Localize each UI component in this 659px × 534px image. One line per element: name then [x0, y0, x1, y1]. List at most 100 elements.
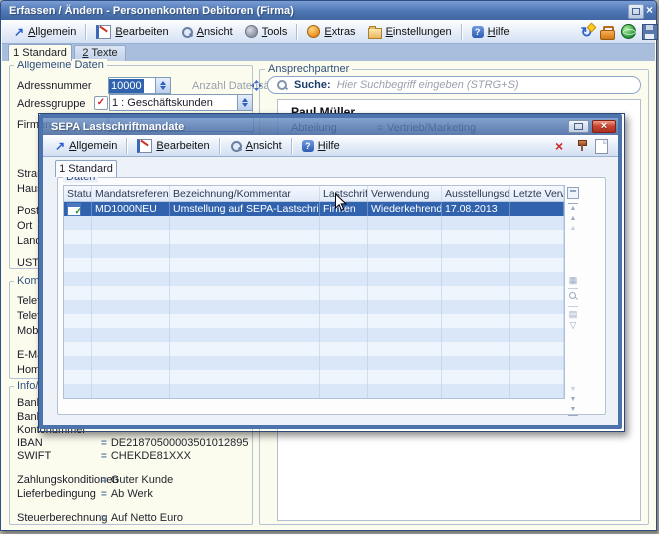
dialog-menu-hilfe[interactable]: ? Hilfe [296, 138, 346, 154]
menu-separator [296, 24, 298, 40]
scroll-last-button[interactable]: ▼ [565, 405, 581, 415]
equals-marker-icon: = [101, 489, 107, 500]
col-letzte-verwendung[interactable]: Letzte Verwendung [510, 186, 564, 201]
scroll-down-button[interactable]: ▼ [565, 395, 581, 405]
restore-icon [632, 8, 640, 15]
scroll-page-down-button[interactable]: ▼ [565, 385, 581, 395]
pin-icon[interactable] [576, 139, 587, 152]
restore-icon [574, 123, 583, 130]
menu-item-allgemein[interactable]: ↗ Allgemein [8, 24, 82, 40]
sort-icon[interactable]: ▤ [565, 309, 581, 320]
scroll-first-button[interactable]: ▲ [565, 204, 581, 214]
tab-standard[interactable]: 1 Standard [8, 44, 72, 61]
adressnummer-label: Adressnummer [17, 80, 92, 92]
cell-mandatsreferenz: MD1000NEU [92, 202, 170, 216]
menu-item-tools[interactable]: Tools [239, 23, 294, 40]
ort-label: Ort [17, 220, 32, 232]
menu-separator [85, 24, 87, 40]
swift-value: =CHEKDE81XXX [101, 450, 191, 462]
main-menubar: ↗ Allgemein Bearbeiten Ansicht Tools Ext… [2, 20, 655, 44]
equals-marker-icon: = [101, 438, 107, 449]
delete-mandate-icon[interactable]: × [555, 139, 563, 153]
briefcase-icon[interactable] [599, 24, 616, 41]
adressnummer-spinner[interactable] [155, 78, 170, 93]
globe-icon[interactable] [621, 24, 638, 41]
lieferbedingung-value: =Ab Werk [101, 488, 153, 500]
table-row[interactable] [64, 384, 564, 398]
table-row[interactable] [64, 258, 564, 272]
table-row[interactable] [64, 216, 564, 230]
sepa-dialog-frame: SEPA Lastschriftmandate × ↗ Allgemein Be… [39, 114, 622, 429]
filter-icon[interactable]: ▽ [565, 320, 581, 331]
main-titlebar[interactable]: Erfassen / Ändern - Personenkonten Debit… [1, 1, 656, 20]
dialog-menu-allgemein[interactable]: ↗ Allgemein [49, 138, 123, 154]
adressgruppe-check-icon[interactable]: ✓ [94, 96, 108, 110]
dialog-tab-standard[interactable]: 1 Standard [55, 160, 117, 177]
group-ansprechpartner-label: Ansprechpartner [265, 63, 352, 75]
scroll-up-button[interactable]: ▲ [565, 214, 581, 224]
col-ausstellungsdatum[interactable]: Ausstellungsdatum [442, 186, 510, 201]
dialog-menu-ansicht[interactable]: Ansicht [224, 138, 288, 154]
restore-window-button[interactable] [628, 4, 644, 19]
help-icon: ? [472, 26, 484, 38]
dialog-restore-button[interactable] [568, 120, 589, 133]
menu-item-bearbeiten[interactable]: Bearbeiten [90, 23, 174, 41]
table-row[interactable] [64, 230, 564, 244]
iban-label: IBAN [17, 437, 43, 449]
adressnummer-input[interactable]: 10000 [108, 77, 171, 94]
mandates-table: Status Mandatsreferenz Bezeichnung/Komme… [63, 185, 565, 399]
scroll-page-up-button[interactable]: ▲ [565, 224, 581, 234]
col-status[interactable]: Status [64, 186, 92, 201]
col-bezeichnung[interactable]: Bezeichnung/Kommentar [170, 186, 320, 201]
settings-folder-icon [368, 28, 382, 39]
table-row-selected[interactable]: MD1000NEU Umstellung auf SEPA-Lastschrif… [64, 202, 564, 216]
swift-label: SWIFT [17, 450, 51, 462]
close-window-button[interactable]: × [646, 3, 653, 17]
zahlungskonditionen-value: =Guter Kunde [101, 474, 173, 486]
grid-view-icon[interactable]: ▦ [565, 275, 581, 286]
search-placeholder: Hier Suchbegriff eingeben (STRG+S) [337, 79, 519, 91]
equals-marker-icon: = [101, 513, 107, 524]
dialog-close-button[interactable]: × [592, 120, 616, 133]
splitter-handle-icon[interactable] [251, 80, 262, 91]
table-row[interactable] [64, 370, 564, 384]
col-verwendung[interactable]: Verwendung [368, 186, 442, 201]
cell-bezeichnung: Umstellung auf SEPA-Lastschrift [170, 202, 320, 216]
menu-item-extras[interactable]: Extras [301, 23, 361, 40]
save-icon[interactable] [642, 24, 659, 41]
table-row[interactable] [64, 286, 564, 300]
adressgruppe-dropdown[interactable]: 1 : Geschäftskunden [109, 94, 253, 111]
menu-item-ansicht[interactable]: Ansicht [175, 24, 239, 40]
search-icon [276, 79, 288, 91]
table-row[interactable] [64, 342, 564, 356]
cell-ausstellungsdatum: 17.08.2013 [442, 202, 510, 216]
adressgruppe-dropdown-button[interactable] [237, 95, 252, 110]
col-mandatsreferenz[interactable]: Mandatsreferenz [92, 186, 170, 201]
table-row[interactable] [64, 244, 564, 258]
mandates-table-header[interactable]: Status Mandatsreferenz Bezeichnung/Komme… [64, 186, 564, 202]
table-row[interactable] [64, 300, 564, 314]
adressgruppe-value: 1 : Geschäftskunden [110, 96, 215, 110]
help-icon: ? [302, 140, 314, 152]
menu-separator [126, 138, 128, 154]
zoom-search-icon[interactable] [565, 291, 581, 304]
table-row[interactable] [64, 328, 564, 342]
menu-item-einstellungen[interactable]: Einstellungen [362, 23, 458, 41]
dialog-body: 1 Standard Daten Status Mandatsreferenz … [43, 157, 618, 425]
table-nav-strip-bottom: ▼ ▼ ▼ [565, 385, 581, 416]
sync-refresh-icon[interactable]: ↻ [578, 24, 595, 41]
menu-item-hilfe[interactable]: ? Hilfe [466, 24, 516, 40]
dialog-menu-bearbeiten[interactable]: Bearbeiten [131, 137, 215, 155]
magnifier-view-icon [230, 140, 242, 152]
main-window-title: Erfassen / Ändern - Personenkonten Debit… [1, 5, 294, 17]
table-row[interactable] [64, 272, 564, 286]
sepa-dialog-titlebar[interactable]: SEPA Lastschriftmandate [43, 118, 618, 135]
table-nav-strip: ▲ ▲ ▲ [565, 203, 581, 234]
arrow-up-right-icon: ↗ [14, 26, 24, 38]
column-chooser-icon[interactable] [567, 187, 579, 199]
table-row[interactable] [64, 314, 564, 328]
mandate-active-status-icon [67, 203, 81, 216]
table-row[interactable] [64, 356, 564, 370]
new-document-icon[interactable] [595, 139, 608, 154]
contact-search-bar[interactable]: Suche: Hier Suchbegriff eingeben (STRG+S… [267, 76, 641, 94]
